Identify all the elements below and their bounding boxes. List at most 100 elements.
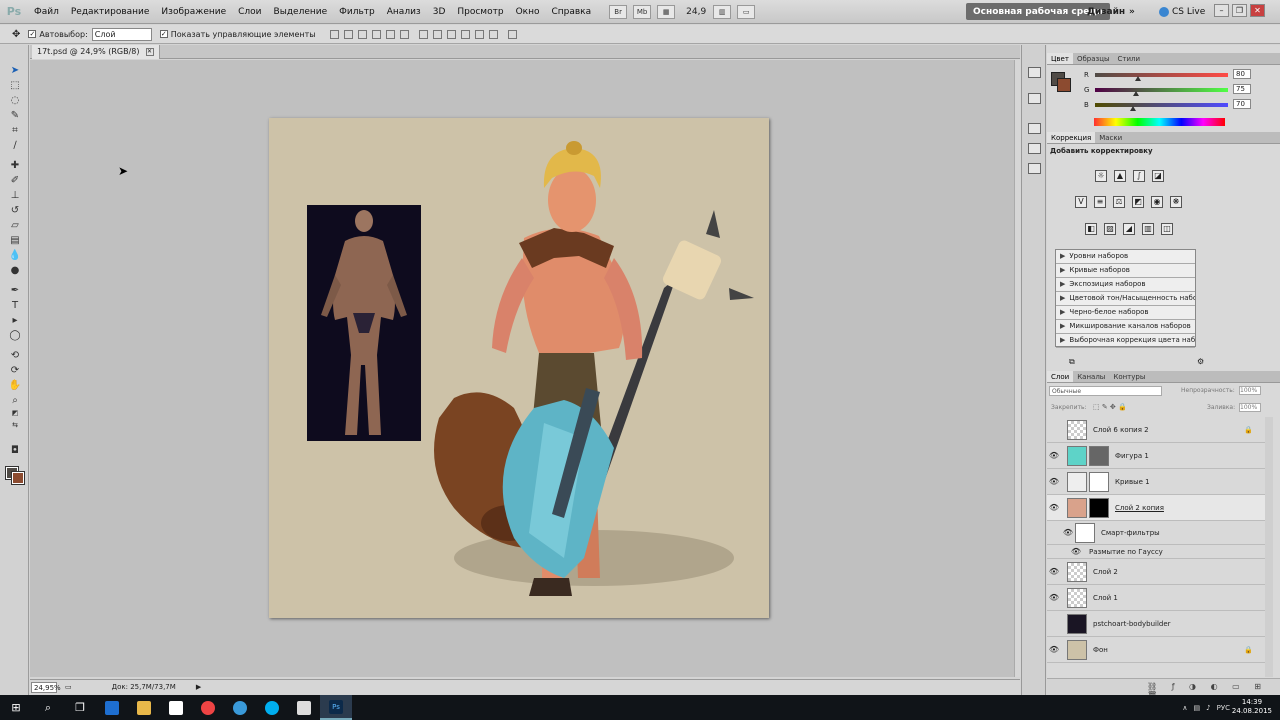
- clone-stamp-tool-icon[interactable]: ⊥: [8, 190, 22, 202]
- blue-slider[interactable]: [1095, 103, 1228, 107]
- minimize-button[interactable]: –: [1214, 4, 1229, 17]
- levels-icon[interactable]: ▲: [1114, 170, 1126, 182]
- menu-edit[interactable]: Редактирование: [65, 7, 156, 17]
- color-spectrum-bar[interactable]: [1094, 118, 1225, 126]
- show-controls-checkbox[interactable]: ✓: [159, 30, 168, 38]
- tab-paths[interactable]: Контуры: [1109, 371, 1149, 382]
- menu-file[interactable]: Файл: [28, 7, 65, 17]
- type-tool-icon[interactable]: T: [8, 300, 22, 312]
- skype-icon[interactable]: [256, 695, 288, 720]
- green-slider-thumb[interactable]: [1133, 91, 1139, 96]
- tab-layers[interactable]: Слои: [1047, 371, 1074, 382]
- path-select-tool-icon[interactable]: ▸: [8, 315, 22, 327]
- eye-icon[interactable]: 👁: [1069, 547, 1083, 556]
- gradient-tool-icon[interactable]: ▤: [8, 235, 22, 247]
- filter-row[interactable]: 👁 Размытие по Гауссу: [1047, 545, 1265, 559]
- blur-tool-icon[interactable]: 💧: [8, 250, 22, 262]
- layer-row[interactable]: 👁 Фон 🔒: [1047, 637, 1265, 663]
- green-value[interactable]: 75: [1233, 84, 1251, 94]
- layer-row-selected[interactable]: 👁 Слой 2 копия: [1047, 495, 1265, 521]
- crop-tool-icon[interactable]: ⌗: [8, 125, 22, 137]
- restore-button[interactable]: ❐: [1232, 4, 1247, 17]
- file-explorer-icon[interactable]: [128, 695, 160, 720]
- layer-row[interactable]: pstchoart-bodybuilder: [1047, 611, 1265, 637]
- document-tab[interactable]: 17t.psd @ 24,9% (RGB/8) ✕: [32, 45, 160, 59]
- tab-swatches[interactable]: Образцы: [1073, 53, 1114, 64]
- close-tab-icon[interactable]: ✕: [145, 48, 154, 56]
- distribute-middle-icon[interactable]: [432, 29, 442, 39]
- hue-saturation-icon[interactable]: ≡: [1094, 196, 1106, 208]
- preset-item[interactable]: ▶Цветовой тон/Насыщенность наборов: [1056, 292, 1195, 306]
- opacity-value[interactable]: 100%: [1239, 386, 1261, 395]
- lock-icons[interactable]: ⬚ ✎ ✥ 🔒: [1093, 403, 1127, 411]
- layer-row[interactable]: 👁 Кривые 1: [1047, 469, 1265, 495]
- red-slider-thumb[interactable]: [1135, 76, 1141, 81]
- distribute-center-icon[interactable]: [474, 29, 484, 39]
- quick-select-tool-icon[interactable]: ✎: [8, 110, 22, 122]
- tab-channels[interactable]: Каналы: [1073, 371, 1109, 382]
- tab-styles[interactable]: Стили: [1114, 53, 1145, 64]
- brush-tool-icon[interactable]: ✐: [8, 175, 22, 187]
- distribute-right-icon[interactable]: [488, 29, 498, 39]
- zoom-level[interactable]: 24,9: [686, 7, 706, 17]
- blend-mode-dropdown[interactable]: Обычные: [1049, 386, 1162, 396]
- align-left-icon[interactable]: [371, 29, 381, 39]
- quick-mask-icon[interactable]: ◘: [8, 445, 22, 457]
- smart-filters-row[interactable]: 👁 Смарт-фильтры: [1047, 521, 1265, 545]
- status-info-icon[interactable]: ▭: [65, 683, 72, 691]
- close-button[interactable]: ✕: [1250, 4, 1265, 17]
- tab-masks[interactable]: Маски: [1095, 132, 1126, 143]
- vibrance-icon[interactable]: V: [1075, 196, 1087, 208]
- autoselect-checkbox[interactable]: ✓: [28, 30, 37, 38]
- preset-item[interactable]: ▶ Черно-белое наборов: [1056, 306, 1195, 320]
- layers-scrollbar[interactable]: [1265, 417, 1273, 677]
- exposure-icon[interactable]: ◪: [1152, 170, 1164, 182]
- red-slider[interactable]: [1095, 73, 1228, 77]
- menu-help[interactable]: Справка: [545, 7, 597, 17]
- input-language[interactable]: РУС: [1217, 704, 1230, 712]
- preset-item[interactable]: ▶ Кривые наборов: [1056, 264, 1195, 278]
- task-view-icon[interactable]: ❐: [64, 695, 96, 720]
- distribute-left-icon[interactable]: [460, 29, 470, 39]
- align-middle-icon[interactable]: [343, 29, 353, 39]
- clock[interactable]: 14:39 24.08.2015: [1232, 698, 1272, 716]
- red-value[interactable]: 80: [1233, 69, 1251, 79]
- default-colors-icon[interactable]: ◩ ⇆: [8, 407, 22, 429]
- menu-view[interactable]: Просмотр: [451, 7, 509, 17]
- volume-icon[interactable]: ♪: [1206, 704, 1210, 712]
- photo-filter-icon[interactable]: ◉: [1151, 196, 1163, 208]
- threshold-icon[interactable]: ◢: [1123, 223, 1135, 235]
- 3d-rotate-tool-icon[interactable]: ⟲: [8, 350, 22, 362]
- preset-item[interactable]: ▶ Экспозиция наборов: [1056, 278, 1195, 292]
- distribute-bottom-icon[interactable]: [446, 29, 456, 39]
- view-extras-icon[interactable]: ▦: [657, 4, 676, 19]
- brightness-contrast-icon[interactable]: ☼: [1095, 170, 1107, 182]
- photoshop-taskbar-icon[interactable]: Ps: [320, 695, 352, 720]
- layer-row[interactable]: Слой 6 копия 2 🔒: [1047, 417, 1265, 443]
- align-top-icon[interactable]: [329, 29, 339, 39]
- artboard[interactable]: [269, 118, 769, 618]
- eye-icon[interactable]: 👁: [1047, 503, 1061, 512]
- eye-icon[interactable]: 👁: [1047, 645, 1061, 654]
- network-icon[interactable]: ▤: [1194, 704, 1201, 712]
- menu-analysis[interactable]: Анализ: [381, 7, 427, 17]
- ie-icon[interactable]: [224, 695, 256, 720]
- tab-color[interactable]: Цвет: [1047, 53, 1073, 64]
- histogram-icon[interactable]: [1028, 93, 1041, 104]
- layer-row[interactable]: 👁 Слой 2: [1047, 559, 1265, 585]
- preset-item[interactable]: ▶ Уровни наборов: [1056, 250, 1195, 264]
- dodge-tool-icon[interactable]: ●: [8, 265, 22, 277]
- black-white-icon[interactable]: ◩: [1132, 196, 1144, 208]
- tray-chevron-icon[interactable]: ∧: [1182, 704, 1187, 712]
- align-right-icon[interactable]: [399, 29, 409, 39]
- cs-live-button[interactable]: CS Live: [1152, 3, 1212, 20]
- windows-start-icon[interactable]: ⊞: [0, 695, 32, 720]
- canvas-area[interactable]: ➤: [30, 60, 1015, 677]
- tab-adjustments[interactable]: Коррекция: [1047, 132, 1096, 143]
- background-color-swatch[interactable]: [11, 471, 25, 485]
- menu-layers[interactable]: Слои: [232, 7, 267, 17]
- green-slider[interactable]: [1095, 88, 1228, 92]
- move-tool-icon[interactable]: ✥: [12, 29, 20, 40]
- actions-icon[interactable]: [1028, 143, 1041, 154]
- layer-row[interactable]: 👁 Фигура 1: [1047, 443, 1265, 469]
